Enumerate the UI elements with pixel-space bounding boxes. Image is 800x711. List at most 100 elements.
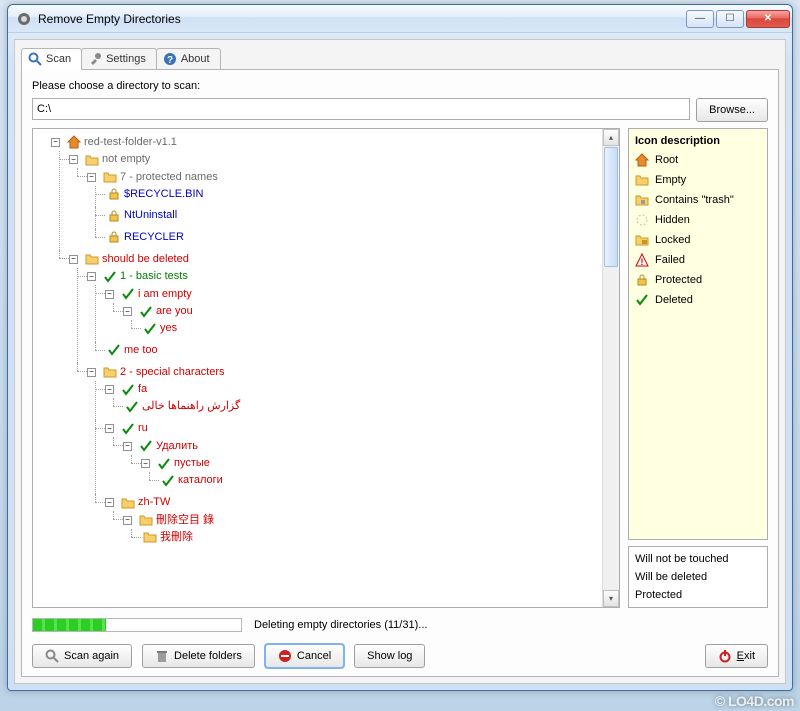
wrench-icon	[88, 52, 102, 66]
progress-bar	[32, 618, 242, 632]
progress-row: Deleting empty directories (11/31)...	[32, 618, 768, 632]
check-icon	[107, 343, 121, 357]
folder-icon	[121, 496, 135, 510]
check-icon	[121, 287, 135, 301]
tree-item: red-test-folder-v1.1	[84, 134, 177, 151]
exit-label-rest: xit	[744, 650, 755, 662]
tab-strip: Scan Settings ? About	[21, 46, 779, 70]
minimize-button[interactable]: —	[686, 10, 714, 28]
tree-item: 刪除空目 錄	[156, 512, 214, 529]
svg-text:!: !	[641, 257, 644, 267]
tree-item: fa	[138, 381, 147, 398]
trash-folder-icon	[635, 193, 649, 207]
trash-icon	[155, 649, 169, 663]
directory-input[interactable]	[32, 98, 690, 120]
folder-icon	[85, 252, 99, 266]
tree-item: 7 - protected names	[120, 169, 218, 186]
show-log-button[interactable]: Show log	[354, 644, 425, 668]
legend-header: Icon description	[635, 135, 761, 147]
check-icon	[635, 293, 649, 307]
check-icon	[143, 322, 157, 336]
tree-item: каталоги	[178, 472, 223, 489]
check-icon	[139, 305, 153, 319]
icon-legend: Icon description Root Empty Contains "tr…	[628, 128, 768, 540]
tree-item: 2 - special characters	[120, 364, 225, 381]
tree-item: yes	[160, 320, 177, 337]
app-icon	[16, 11, 32, 27]
scroll-thumb[interactable]	[604, 147, 618, 267]
window-title: Remove Empty Directories	[38, 12, 686, 26]
check-icon	[161, 474, 175, 488]
tree-item: i am empty	[138, 286, 192, 303]
power-icon	[718, 649, 732, 663]
tree-item: should be deleted	[102, 251, 189, 268]
app-window: Remove Empty Directories — ☐ ✕ Scan Sett…	[7, 4, 793, 691]
tree-item: are you	[156, 303, 193, 320]
check-icon	[139, 439, 153, 453]
tree-scrollbar[interactable]: ▴ ▾	[602, 129, 619, 607]
check-icon	[103, 270, 117, 284]
path-row: Browse...	[32, 98, 768, 122]
scroll-up-button[interactable]: ▴	[603, 129, 619, 146]
lock-icon	[107, 230, 121, 244]
svg-text:?: ?	[167, 55, 173, 66]
home-icon	[67, 135, 81, 149]
tree-item: RECYCLER	[124, 229, 184, 246]
client-area: Scan Settings ? About Please choose a di…	[14, 39, 786, 684]
exit-button[interactable]: Exit	[705, 644, 768, 668]
titlebar[interactable]: Remove Empty Directories — ☐ ✕	[8, 5, 792, 33]
check-icon	[121, 383, 135, 397]
content-row: − red-test-folder-v1.1 − not empty	[32, 128, 768, 608]
maximize-button[interactable]: ☐	[716, 10, 744, 28]
tab-scan-label: Scan	[46, 53, 71, 65]
button-row: Scan again Delete folders Cancel Show lo…	[32, 644, 768, 668]
lock-icon	[107, 187, 121, 201]
folder-icon	[85, 153, 99, 167]
check-icon	[157, 457, 171, 471]
tab-settings[interactable]: Settings	[81, 48, 157, 70]
folder-icon	[103, 170, 117, 184]
tab-about-label: About	[181, 53, 210, 65]
tab-settings-label: Settings	[106, 53, 146, 65]
help-icon: ?	[163, 52, 177, 66]
cancel-icon	[278, 649, 292, 663]
tab-body: Please choose a directory to scan: Brows…	[21, 69, 779, 677]
warning-icon: !	[635, 253, 649, 267]
tree-item: пустые	[174, 455, 210, 472]
browse-button[interactable]: Browse...	[696, 98, 768, 122]
tree-item: ru	[138, 420, 148, 437]
progress-label: Deleting empty directories (11/31)...	[254, 619, 427, 631]
scan-again-button[interactable]: Scan again	[32, 644, 132, 668]
tree-item: گزارش راهنماها خالی	[142, 398, 240, 415]
color-legend: Will not be touched Will be deleted Prot…	[628, 546, 768, 608]
check-icon	[121, 422, 135, 436]
close-button[interactable]: ✕	[746, 10, 790, 28]
folder-icon	[139, 513, 153, 527]
folder-icon	[635, 173, 649, 187]
search-icon	[45, 649, 59, 663]
tab-about[interactable]: ? About	[156, 48, 221, 70]
legend-panel: Icon description Root Empty Contains "tr…	[628, 128, 768, 608]
tree-item: $RECYCLE.BIN	[124, 186, 203, 203]
tree-container: − red-test-folder-v1.1 − not empty	[32, 128, 620, 608]
scroll-track[interactable]	[603, 268, 619, 590]
folder-icon	[143, 530, 157, 544]
hidden-icon	[635, 213, 649, 227]
check-icon	[125, 400, 139, 414]
tree-item: not empty	[102, 151, 150, 168]
lock-icon	[107, 209, 121, 223]
tree-item: 1 - basic tests	[120, 268, 188, 285]
scroll-down-button[interactable]: ▾	[603, 590, 619, 607]
directory-tree[interactable]: − red-test-folder-v1.1 − not empty	[33, 129, 602, 607]
delete-folders-button[interactable]: Delete folders	[142, 644, 255, 668]
search-icon	[28, 52, 42, 66]
watermark: © LO4D.com	[715, 693, 794, 709]
expander-icon[interactable]: −	[51, 138, 60, 147]
tree-item: Удалить	[156, 438, 198, 455]
locked-folder-icon	[635, 233, 649, 247]
tab-scan[interactable]: Scan	[21, 48, 82, 70]
tree-item: NtUninstall	[124, 207, 177, 224]
tree-item: zh-TW	[138, 494, 170, 511]
prompt-label: Please choose a directory to scan:	[32, 80, 768, 92]
cancel-button[interactable]: Cancel	[265, 644, 344, 668]
